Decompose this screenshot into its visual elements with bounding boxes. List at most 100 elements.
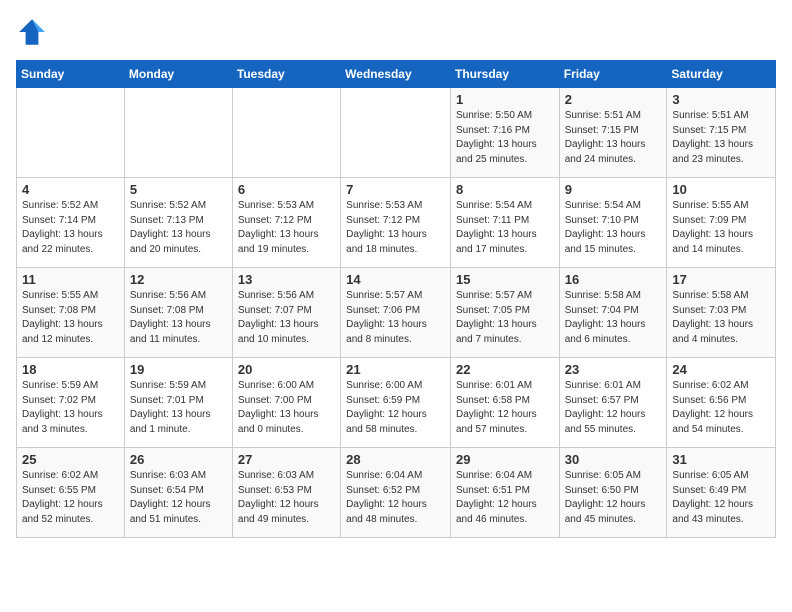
- day-number: 1: [456, 92, 554, 107]
- day-number: 7: [346, 182, 445, 197]
- day-number: 18: [22, 362, 119, 377]
- col-header-sunday: Sunday: [17, 61, 125, 88]
- logo: [16, 16, 52, 48]
- day-cell: [17, 88, 125, 178]
- logo-icon: [16, 16, 48, 48]
- day-info: Sunrise: 5:55 AMSunset: 7:09 PMDaylight:…: [672, 199, 770, 257]
- day-info: Sunrise: 6:05 AMSunset: 6:49 PMDaylight:…: [672, 469, 770, 527]
- day-cell: 20 Sunrise: 6:00 AMSunset: 7:00 PMDayligh…: [232, 358, 340, 448]
- day-number: 23: [565, 362, 662, 377]
- day-number: 24: [672, 362, 770, 377]
- day-cell: 3 Sunrise: 5:51 AMSunset: 7:15 PMDaylight…: [667, 88, 776, 178]
- day-number: 14: [346, 272, 445, 287]
- day-info: Sunrise: 5:51 AMSunset: 7:15 PMDaylight:…: [672, 109, 770, 167]
- day-number: 22: [456, 362, 554, 377]
- day-cell: 23 Sunrise: 6:01 AMSunset: 6:57 PMDayligh…: [559, 358, 667, 448]
- day-number: 26: [130, 452, 227, 467]
- day-info: Sunrise: 6:05 AMSunset: 6:50 PMDaylight:…: [565, 469, 662, 527]
- day-number: 27: [238, 452, 335, 467]
- day-number: 12: [130, 272, 227, 287]
- day-info: Sunrise: 5:58 AMSunset: 7:03 PMDaylight:…: [672, 289, 770, 347]
- day-cell: 15 Sunrise: 5:57 AMSunset: 7:05 PMDayligh…: [450, 268, 559, 358]
- day-cell: 8Sunrise: 5:54 AMSunset: 7:11 PMDaylight…: [450, 178, 559, 268]
- day-info: Sunrise: 6:00 AMSunset: 6:59 PMDaylight:…: [346, 379, 445, 437]
- day-cell: 16 Sunrise: 5:58 AMSunset: 7:04 PMDayligh…: [559, 268, 667, 358]
- col-header-friday: Friday: [559, 61, 667, 88]
- day-cell: [124, 88, 232, 178]
- day-cell: 4 Sunrise: 5:52 AMSunset: 7:14 PMDaylight…: [17, 178, 125, 268]
- day-number: 19: [130, 362, 227, 377]
- day-info: Sunrise: 5:52 AMSunset: 7:14 PMDaylight:…: [22, 199, 119, 257]
- day-number: 17: [672, 272, 770, 287]
- day-number: 5: [130, 182, 227, 197]
- day-info: Sunrise: 5:57 AMSunset: 7:06 PMDaylight:…: [346, 289, 445, 347]
- day-info: Sunrise: 6:02 AMSunset: 6:56 PMDaylight:…: [672, 379, 770, 437]
- day-cell: 30 Sunrise: 6:05 AMSunset: 6:50 PMDayligh…: [559, 448, 667, 538]
- day-info: Sunrise: 5:59 AMSunset: 7:02 PMDaylight:…: [22, 379, 119, 437]
- day-cell: 27 Sunrise: 6:03 AMSunset: 6:53 PMDayligh…: [232, 448, 340, 538]
- day-cell: [341, 88, 451, 178]
- page-header: [16, 16, 776, 48]
- day-info: Sunrise: 5:54 AMSunset: 7:10 PMDaylight:…: [565, 199, 662, 257]
- day-cell: 17 Sunrise: 5:58 AMSunset: 7:03 PMDayligh…: [667, 268, 776, 358]
- day-info: Sunrise: 5:52 AMSunset: 7:13 PMDaylight:…: [130, 199, 227, 257]
- day-cell: 10 Sunrise: 5:55 AMSunset: 7:09 PMDayligh…: [667, 178, 776, 268]
- day-cell: 13Sunrise: 5:56 AMSunset: 7:07 PMDayligh…: [232, 268, 340, 358]
- day-cell: [232, 88, 340, 178]
- day-cell: 12Sunrise: 5:56 AMSunset: 7:08 PMDayligh…: [124, 268, 232, 358]
- day-info: Sunrise: 5:57 AMSunset: 7:05 PMDaylight:…: [456, 289, 554, 347]
- day-cell: 6 Sunrise: 5:53 AMSunset: 7:12 PMDaylight…: [232, 178, 340, 268]
- day-cell: 28 Sunrise: 6:04 AMSunset: 6:52 PMDayligh…: [341, 448, 451, 538]
- day-cell: 11Sunrise: 5:55 AMSunset: 7:08 PMDayligh…: [17, 268, 125, 358]
- day-info: Sunrise: 5:58 AMSunset: 7:04 PMDaylight:…: [565, 289, 662, 347]
- day-info: Sunrise: 6:04 AMSunset: 6:51 PMDaylight:…: [456, 469, 554, 527]
- day-info: Sunrise: 6:04 AMSunset: 6:52 PMDaylight:…: [346, 469, 445, 527]
- day-cell: 1Sunrise: 5:50 AMSunset: 7:16 PMDaylight…: [450, 88, 559, 178]
- day-number: 25: [22, 452, 119, 467]
- day-info: Sunrise: 5:53 AMSunset: 7:12 PMDaylight:…: [238, 199, 335, 257]
- week-row-3: 11Sunrise: 5:55 AMSunset: 7:08 PMDayligh…: [17, 268, 776, 358]
- day-info: Sunrise: 6:03 AMSunset: 6:53 PMDaylight:…: [238, 469, 335, 527]
- day-number: 2: [565, 92, 662, 107]
- day-number: 10: [672, 182, 770, 197]
- day-cell: 5 Sunrise: 5:52 AMSunset: 7:13 PMDaylight…: [124, 178, 232, 268]
- day-cell: 29 Sunrise: 6:04 AMSunset: 6:51 PMDayligh…: [450, 448, 559, 538]
- day-number: 16: [565, 272, 662, 287]
- day-number: 3: [672, 92, 770, 107]
- day-number: 6: [238, 182, 335, 197]
- header-row: SundayMondayTuesdayWednesdayThursdayFrid…: [17, 61, 776, 88]
- day-number: 29: [456, 452, 554, 467]
- day-info: Sunrise: 6:00 AMSunset: 7:00 PMDaylight:…: [238, 379, 335, 437]
- day-cell: 31Sunrise: 6:05 AMSunset: 6:49 PMDayligh…: [667, 448, 776, 538]
- calendar-table: SundayMondayTuesdayWednesdayThursdayFrid…: [16, 60, 776, 538]
- day-number: 15: [456, 272, 554, 287]
- col-header-saturday: Saturday: [667, 61, 776, 88]
- day-cell: 19Sunrise: 5:59 AMSunset: 7:01 PMDayligh…: [124, 358, 232, 448]
- day-info: Sunrise: 5:55 AMSunset: 7:08 PMDaylight:…: [22, 289, 119, 347]
- day-info: Sunrise: 6:01 AMSunset: 6:57 PMDaylight:…: [565, 379, 662, 437]
- day-cell: 24 Sunrise: 6:02 AMSunset: 6:56 PMDayligh…: [667, 358, 776, 448]
- col-header-tuesday: Tuesday: [232, 61, 340, 88]
- week-row-5: 25 Sunrise: 6:02 AMSunset: 6:55 PMDayligh…: [17, 448, 776, 538]
- day-cell: 22 Sunrise: 6:01 AMSunset: 6:58 PMDayligh…: [450, 358, 559, 448]
- day-info: Sunrise: 5:56 AMSunset: 7:07 PMDaylight:…: [238, 289, 335, 347]
- day-info: Sunrise: 6:03 AMSunset: 6:54 PMDaylight:…: [130, 469, 227, 527]
- day-cell: 2 Sunrise: 5:51 AMSunset: 7:15 PMDaylight…: [559, 88, 667, 178]
- day-cell: 21Sunrise: 6:00 AMSunset: 6:59 PMDayligh…: [341, 358, 451, 448]
- day-cell: 9Sunrise: 5:54 AMSunset: 7:10 PMDaylight…: [559, 178, 667, 268]
- day-cell: 18 Sunrise: 5:59 AMSunset: 7:02 PMDayligh…: [17, 358, 125, 448]
- day-cell: 7Sunrise: 5:53 AMSunset: 7:12 PMDaylight…: [341, 178, 451, 268]
- week-row-1: 1Sunrise: 5:50 AMSunset: 7:16 PMDaylight…: [17, 88, 776, 178]
- col-header-monday: Monday: [124, 61, 232, 88]
- day-info: Sunrise: 6:02 AMSunset: 6:55 PMDaylight:…: [22, 469, 119, 527]
- week-row-4: 18 Sunrise: 5:59 AMSunset: 7:02 PMDayligh…: [17, 358, 776, 448]
- day-info: Sunrise: 6:01 AMSunset: 6:58 PMDaylight:…: [456, 379, 554, 437]
- day-number: 30: [565, 452, 662, 467]
- day-info: Sunrise: 5:51 AMSunset: 7:15 PMDaylight:…: [565, 109, 662, 167]
- col-header-thursday: Thursday: [450, 61, 559, 88]
- day-info: Sunrise: 5:54 AMSunset: 7:11 PMDaylight:…: [456, 199, 554, 257]
- day-number: 4: [22, 182, 119, 197]
- day-number: 20: [238, 362, 335, 377]
- day-number: 28: [346, 452, 445, 467]
- week-row-2: 4 Sunrise: 5:52 AMSunset: 7:14 PMDaylight…: [17, 178, 776, 268]
